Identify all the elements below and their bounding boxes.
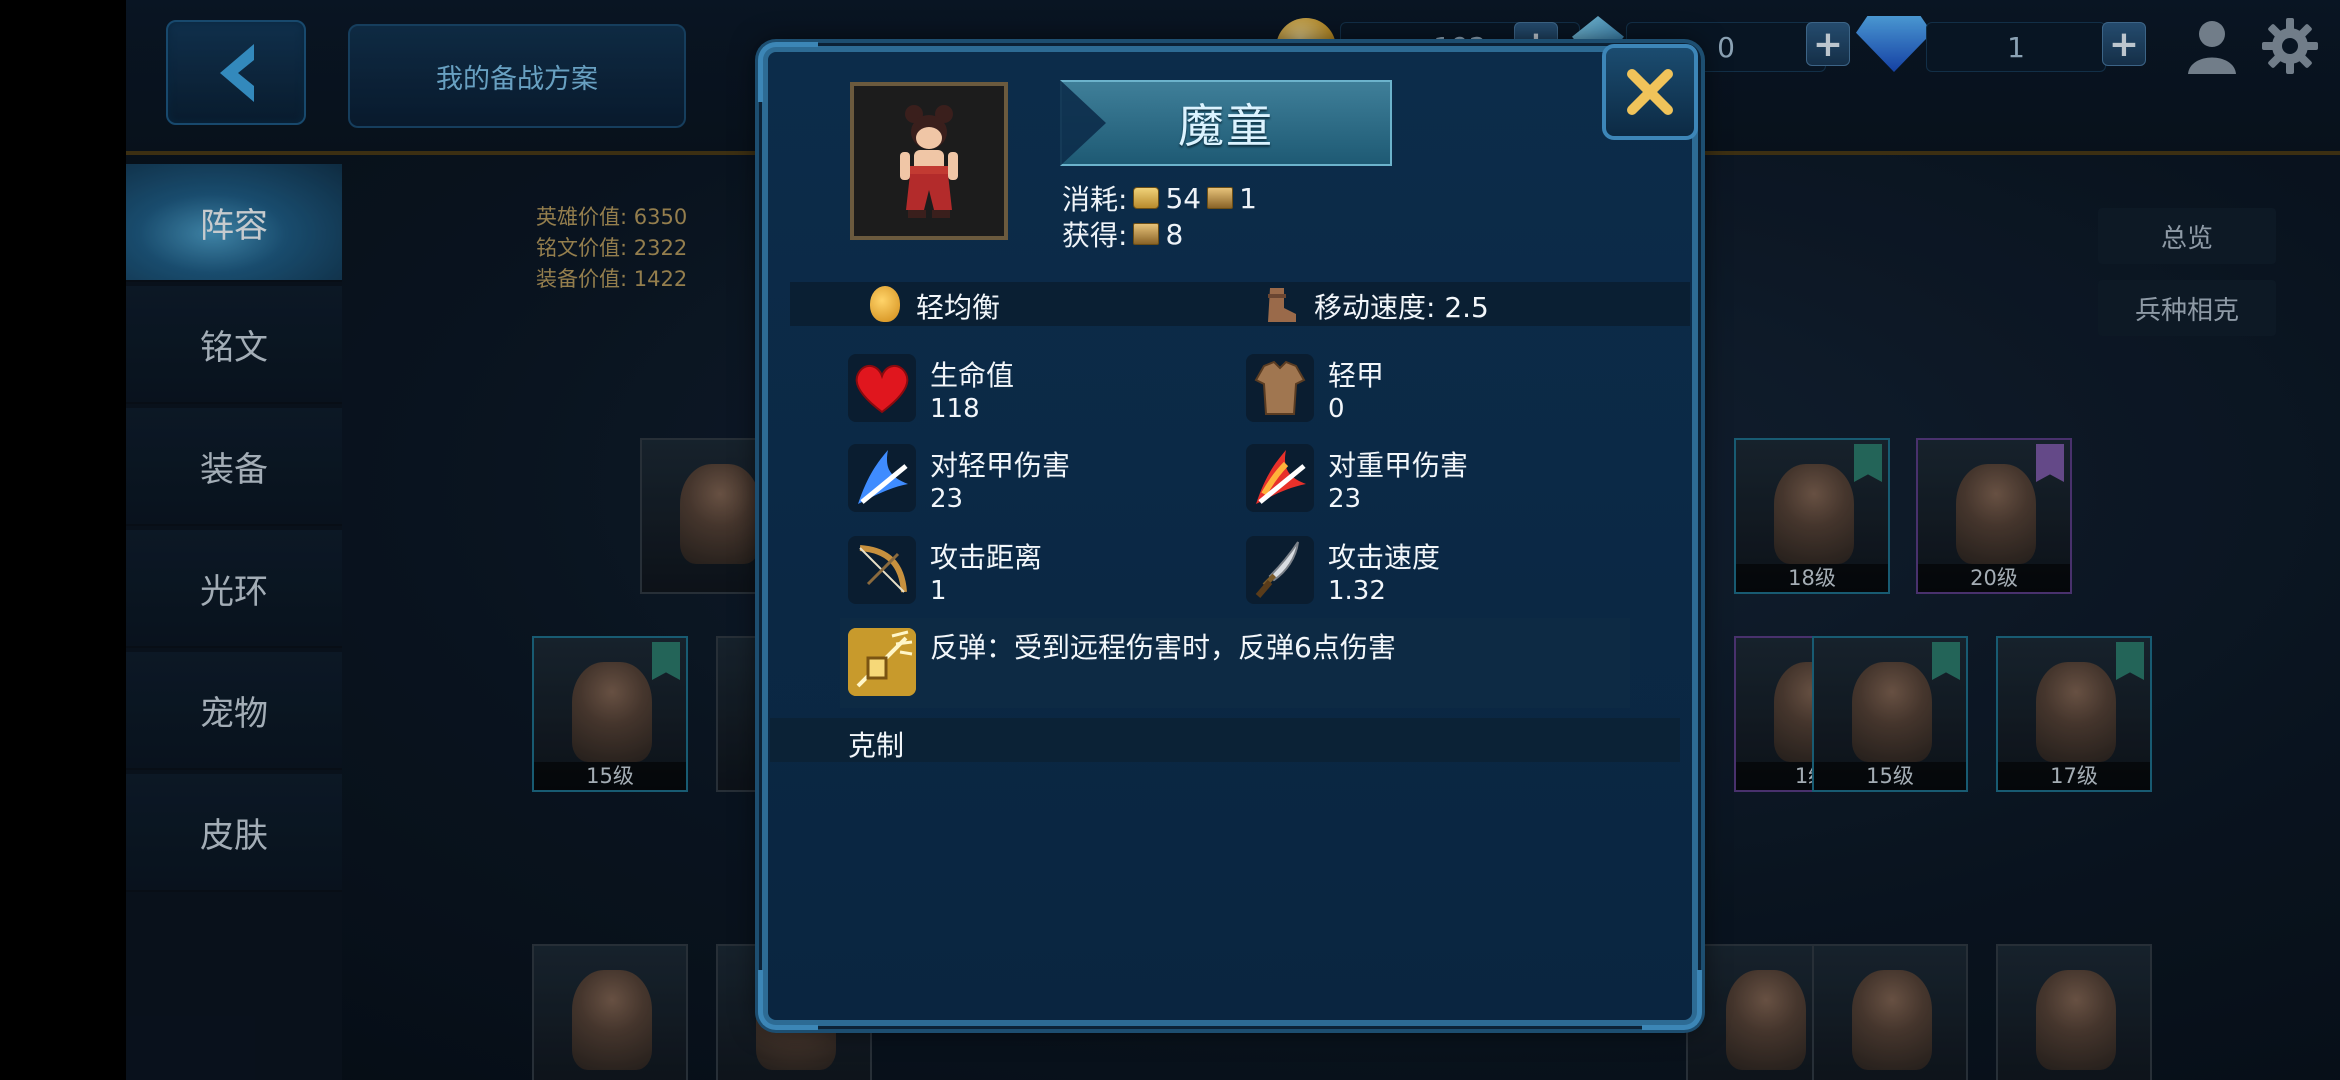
medal-gain-icon bbox=[1133, 223, 1160, 245]
light-dmg-label: 对轻甲伤害 bbox=[930, 449, 1071, 482]
frame-corner bbox=[1642, 970, 1702, 1030]
gain-value: 8 bbox=[1165, 217, 1184, 251]
hp-icon-box bbox=[848, 354, 916, 422]
demon-child-sprite bbox=[900, 105, 958, 218]
gain-label: 获得: bbox=[1062, 219, 1128, 252]
hero-name: 魔童 bbox=[1178, 99, 1274, 153]
hp-label: 生命值 bbox=[930, 359, 1015, 392]
armor-label: 轻甲 bbox=[1328, 359, 1385, 392]
cost-label: 消耗: bbox=[1062, 183, 1128, 216]
frame-corner bbox=[758, 970, 818, 1030]
cost-cards: 1 bbox=[1239, 181, 1257, 215]
armor-value: 0 bbox=[1328, 394, 1345, 424]
hero-portrait bbox=[850, 82, 1008, 240]
speed-icon-box bbox=[1246, 536, 1314, 604]
skill-description: 反弹：受到远程伤害时，反弹6点伤害 bbox=[930, 631, 1396, 664]
skill-icon-box bbox=[848, 628, 916, 696]
light-dmg-value: 23 bbox=[930, 484, 964, 514]
gain-row: 获得: 8 bbox=[1062, 214, 1183, 254]
weight-class: 轻均衡 bbox=[916, 291, 1001, 324]
range-value: 1 bbox=[930, 576, 947, 606]
dagger-icon bbox=[1255, 541, 1299, 598]
armor-icon-box bbox=[1246, 354, 1314, 422]
frame-corner bbox=[758, 42, 818, 102]
reflect-shield-icon bbox=[848, 628, 916, 696]
hp-value: 118 bbox=[930, 394, 980, 424]
heart-icon bbox=[855, 365, 909, 414]
range-icon-box bbox=[848, 536, 916, 604]
range-label: 攻击距离 bbox=[930, 541, 1043, 574]
heavy-dmg-icon-box bbox=[1246, 444, 1314, 512]
gold-cost-icon bbox=[1133, 187, 1160, 209]
red-slash-icon bbox=[1256, 450, 1306, 504]
bow-icon bbox=[859, 545, 907, 593]
card-cost-icon bbox=[1207, 187, 1234, 209]
light-dmg-icon-box bbox=[848, 444, 916, 512]
heavy-dmg-label: 对重甲伤害 bbox=[1328, 449, 1469, 482]
close-button[interactable] bbox=[1602, 44, 1698, 140]
hero-name-plate: 魔童 bbox=[1060, 80, 1392, 166]
weight-icon bbox=[870, 286, 900, 322]
counter-strip bbox=[770, 718, 1680, 762]
speed-label: 攻击速度 bbox=[1328, 541, 1441, 574]
cost-row: 消耗: 54 1 bbox=[1062, 178, 1257, 218]
boot-icon bbox=[1268, 288, 1296, 322]
heavy-dmg-value: 23 bbox=[1328, 484, 1362, 514]
speed-value: 1.32 bbox=[1328, 576, 1386, 606]
cost-gold: 54 bbox=[1165, 181, 1202, 215]
blue-slash-icon bbox=[858, 450, 908, 504]
move-speed: 移动速度: 2.5 bbox=[1314, 291, 1489, 324]
counter-label: 克制 bbox=[848, 729, 905, 762]
close-icon bbox=[1627, 69, 1673, 115]
light-armor-icon bbox=[1254, 360, 1306, 415]
